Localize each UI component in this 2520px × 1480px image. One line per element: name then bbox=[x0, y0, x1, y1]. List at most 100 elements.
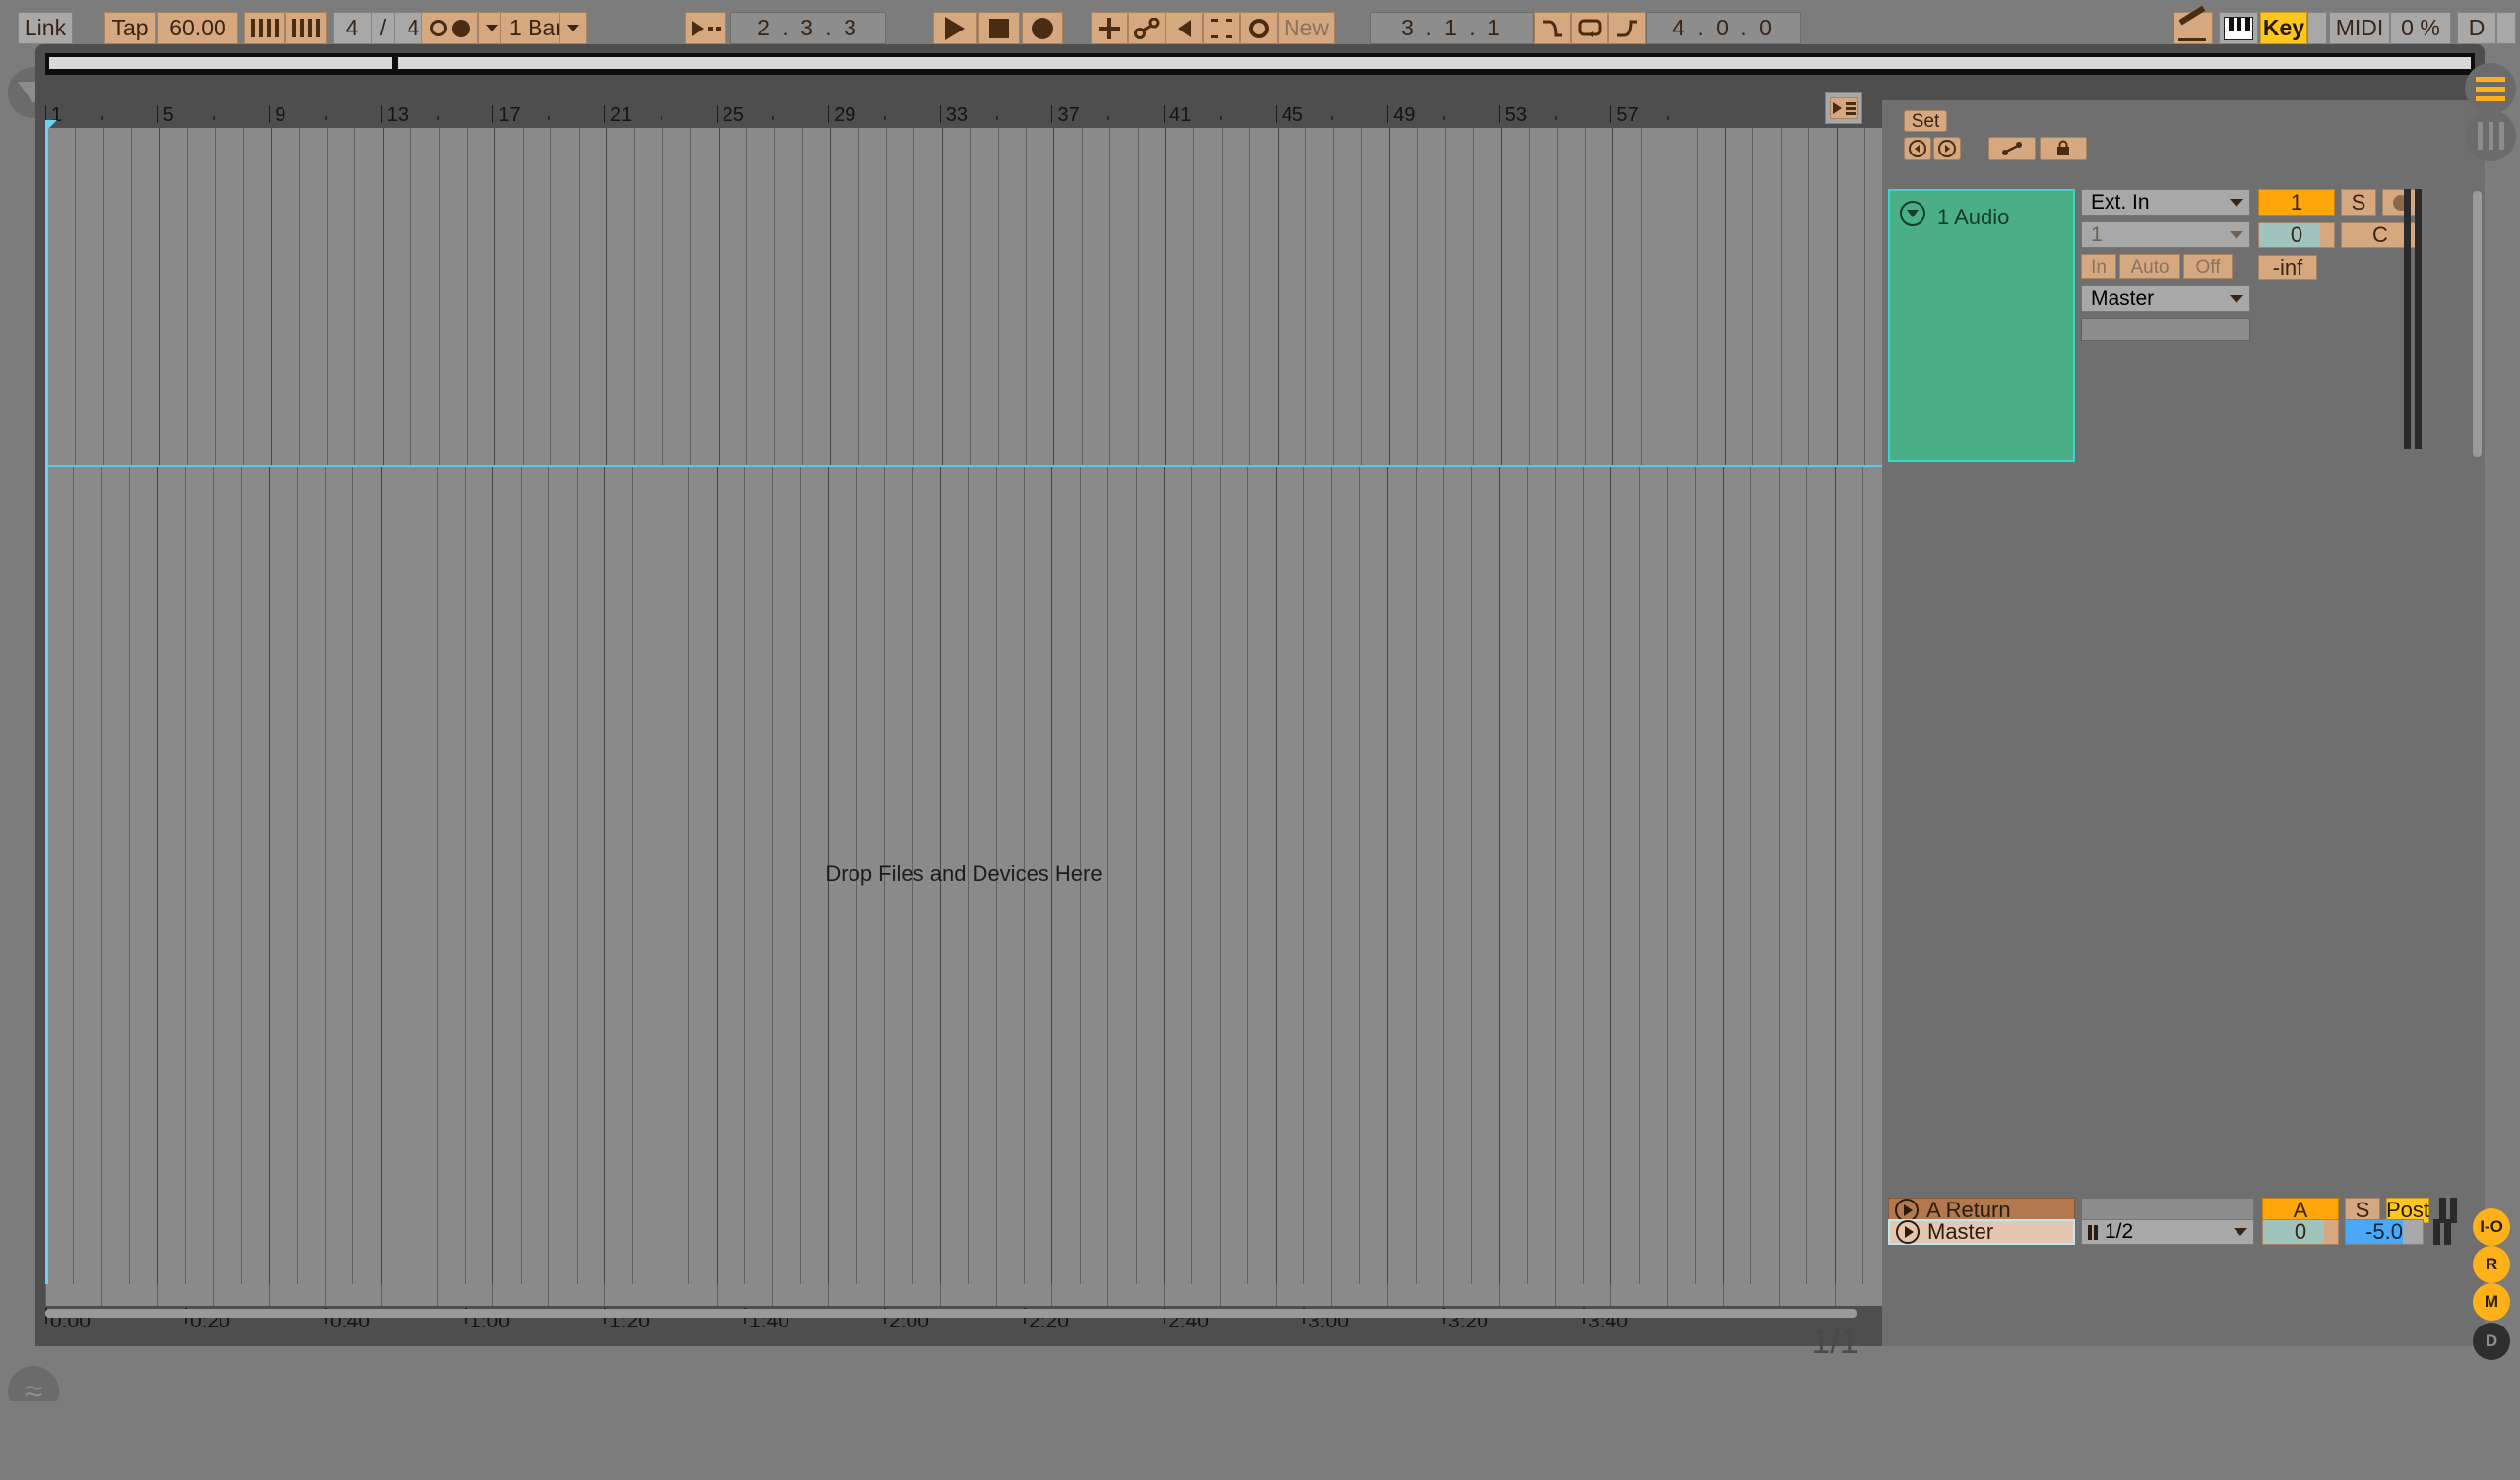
monitor-auto-button[interactable]: Auto bbox=[2119, 254, 2180, 279]
back-to-arrangement-button[interactable] bbox=[1166, 12, 1203, 44]
input-channel-dropdown[interactable]: 1 bbox=[2081, 221, 2250, 248]
arrangement-hscrollbar[interactable] bbox=[45, 1309, 1857, 1318]
monitor-in-button[interactable]: In bbox=[2081, 254, 2116, 279]
link-button[interactable]: Link bbox=[18, 12, 73, 44]
monitor-off-button[interactable]: Off bbox=[2183, 254, 2233, 279]
output-channel-dropdown[interactable] bbox=[2081, 318, 2250, 341]
chevron-down-icon bbox=[2234, 1228, 2247, 1236]
loop-length-field[interactable]: 4 . 0 . 0 bbox=[1646, 12, 1801, 44]
punch-in-icon[interactable] bbox=[1534, 12, 1571, 44]
metronome-icon[interactable] bbox=[244, 12, 285, 44]
send-a-knob[interactable]: 0 bbox=[2258, 222, 2335, 248]
grid-line bbox=[1107, 1284, 1109, 1306]
beat-time-ruler[interactable]: 1 5 9 13 17 21 25 29 33 37 41 45 49 53 57 bbox=[45, 100, 1882, 128]
grid-line bbox=[1696, 128, 1698, 465]
grid-line bbox=[102, 128, 104, 465]
draw-button[interactable] bbox=[1091, 12, 1128, 44]
grid-line bbox=[1360, 128, 1362, 465]
track-fold-icon[interactable] bbox=[1900, 201, 1925, 226]
bar-tick bbox=[604, 105, 605, 123]
ableton-live-window: Link Tap 60.00 4 / 4 1 Bar 2 . 3 . 3 New… bbox=[0, 0, 2520, 1480]
lock-envelopes-button[interactable] bbox=[2040, 137, 2087, 160]
bar-tick bbox=[1387, 105, 1389, 123]
record-quantize-icon[interactable] bbox=[421, 12, 478, 44]
capture-icon[interactable] bbox=[1203, 12, 1240, 44]
grid-line bbox=[1669, 128, 1670, 465]
next-locator-button[interactable] bbox=[1933, 137, 1961, 160]
grid-line bbox=[716, 1284, 718, 1306]
arrangement-follow-icon[interactable] bbox=[685, 12, 726, 44]
track-solo-button[interactable]: S bbox=[2341, 189, 2376, 216]
tap-tempo-button[interactable]: Tap bbox=[104, 12, 156, 44]
grid-line bbox=[522, 128, 524, 465]
returns-toggle-button[interactable]: R bbox=[2473, 1246, 2510, 1283]
bar-subtick bbox=[1443, 116, 1445, 120]
punch-out-icon[interactable] bbox=[1608, 12, 1646, 44]
key-map-button[interactable]: Key bbox=[2260, 12, 2307, 44]
overview-strip[interactable] bbox=[45, 53, 2475, 75]
track-activator-button[interactable]: 1 bbox=[2258, 189, 2335, 216]
grid-line bbox=[1752, 128, 1754, 465]
zoom-level-indicator[interactable]: 1/1 bbox=[1792, 1323, 1878, 1362]
master-fold-icon[interactable] bbox=[1896, 1220, 1920, 1244]
new-button[interactable]: New bbox=[1278, 12, 1335, 44]
monitor-selector: In Auto Off bbox=[2081, 254, 2250, 279]
browser-toggle-button[interactable] bbox=[2465, 63, 2516, 114]
grid-line bbox=[578, 128, 580, 465]
play-button[interactable] bbox=[933, 12, 976, 44]
arrangement-position-field[interactable]: 2 . 3 . 3 bbox=[730, 12, 886, 44]
overview-visible-region[interactable] bbox=[49, 57, 392, 69]
computer-midi-keyboard-icon[interactable] bbox=[2219, 12, 2258, 44]
master-send-a-knob[interactable]: 0 bbox=[2262, 1219, 2339, 1245]
loop-toggle-button[interactable] bbox=[1571, 12, 1608, 44]
master-track-header[interactable]: Master bbox=[1888, 1219, 2075, 1245]
mixer-toggle-button[interactable]: M bbox=[2473, 1283, 2510, 1321]
grid-line bbox=[774, 128, 776, 465]
track-lane-1[interactable] bbox=[45, 128, 1882, 467]
grid-line bbox=[1137, 128, 1139, 465]
record-button[interactable] bbox=[1022, 12, 1063, 44]
track-name-label[interactable]: 1 Audio bbox=[1937, 205, 2009, 230]
volume-fader-value[interactable]: -inf bbox=[2258, 255, 2317, 280]
master-name-label[interactable]: Master bbox=[1927, 1219, 1993, 1245]
midi-map-button[interactable]: MIDI bbox=[2329, 12, 2390, 44]
grid-line bbox=[606, 128, 607, 465]
next-locator-icon bbox=[1938, 140, 1956, 157]
track-meter-right bbox=[2415, 189, 2422, 449]
bar-subtick bbox=[1219, 116, 1222, 120]
playhead bbox=[45, 128, 48, 1284]
dotted-square-icon bbox=[1211, 18, 1232, 38]
audio-to-dropdown[interactable]: Master bbox=[2081, 285, 2250, 312]
groove-pool-toggle-button[interactable] bbox=[2465, 110, 2516, 161]
delays-toggle-button[interactable]: D bbox=[2473, 1323, 2510, 1360]
grid-line bbox=[1193, 128, 1195, 465]
stop-button[interactable] bbox=[978, 12, 1020, 44]
drop-area[interactable]: Drop Files and Devices Here bbox=[45, 467, 1882, 1284]
master-track-row[interactable]: Master 1/2 0 -5.0 bbox=[1888, 1218, 2479, 1246]
back-to-arrangement-clip-button[interactable] bbox=[1825, 92, 1862, 124]
midi-arm-icon[interactable] bbox=[1240, 12, 1278, 44]
loop-start-field[interactable]: 3 . 1 . 1 bbox=[1370, 12, 1534, 44]
prev-locator-button[interactable] bbox=[1904, 137, 1931, 160]
quantization-dropdown[interactable] bbox=[559, 12, 587, 44]
draw-mode-icon[interactable] bbox=[2174, 5, 2213, 44]
nudge-icon[interactable] bbox=[285, 12, 327, 44]
bar-tick bbox=[380, 105, 382, 123]
set-locator-button[interactable]: Set bbox=[1904, 110, 1947, 132]
tempo-field[interactable]: 60.00 bbox=[158, 12, 238, 44]
time-signature-numerator[interactable]: 4 bbox=[333, 12, 372, 44]
audio-to-value: Master bbox=[2091, 286, 2155, 310]
io-toggle-button[interactable]: I-O bbox=[2473, 1208, 2510, 1246]
draw-automation-button[interactable] bbox=[1988, 137, 2036, 160]
automation-arm-icon[interactable] bbox=[1128, 12, 1166, 44]
crossfade-dropdown[interactable]: 1/2 bbox=[2081, 1219, 2254, 1245]
grid-line bbox=[604, 1284, 605, 1306]
prev-locator-icon bbox=[1909, 140, 1926, 157]
master-volume-field[interactable]: -5.0 bbox=[2345, 1219, 2424, 1245]
chevron-down-icon bbox=[2230, 198, 2243, 207]
mixer-vscrollbar[interactable] bbox=[2473, 191, 2482, 457]
track-header-1[interactable]: 1 Audio bbox=[1888, 189, 2075, 462]
audio-from-dropdown[interactable]: Ext. In bbox=[2081, 189, 2250, 216]
grid-line bbox=[1640, 128, 1642, 465]
grid-line bbox=[1725, 128, 1726, 465]
